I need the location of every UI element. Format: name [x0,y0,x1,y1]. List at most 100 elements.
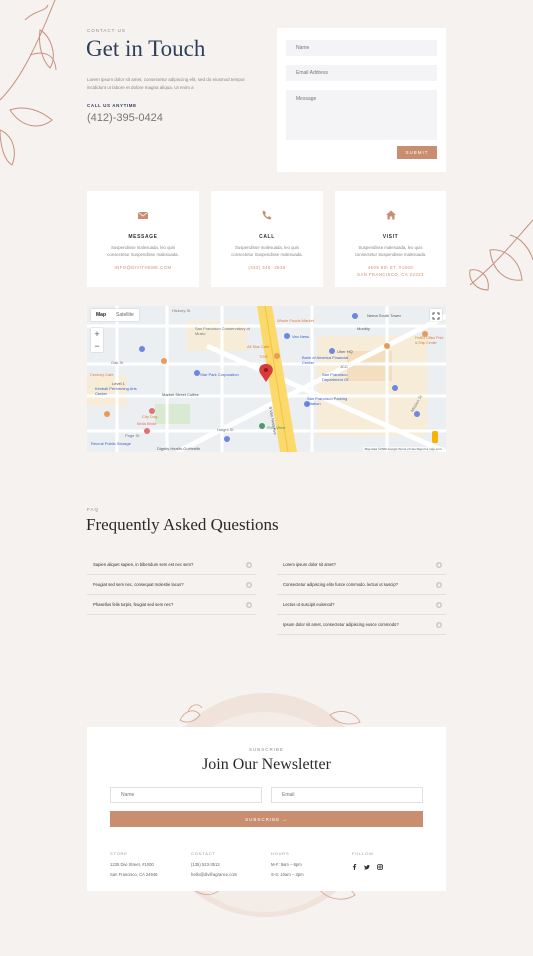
map-label: San Francisco Department Of [322,372,349,382]
zoom-in-button[interactable]: + [91,328,103,340]
info-text: Suspendisse malesuada, leo quis consecte… [107,245,179,257]
newsletter-email-input[interactable]: Email [271,787,423,803]
address-link[interactable]: 4505 8th ST. #1000 SAN FRANCISCO, CA 223… [335,264,446,278]
expand-icon [246,581,252,588]
email-link[interactable]: INFO@DIVITHEME.COM [87,264,199,271]
info-box-call: CALL Suspendisse malesuada, leo quis con… [211,191,323,287]
contact-phone[interactable]: (135) 523-3513 [191,860,237,870]
footer-hours: HOURS M-F: 9am – 6pm S-S: 10am – 3pm [271,851,304,880]
hours-line-2: S-S: 10am – 3pm [271,872,304,877]
info-text: Suspendisse malesuada, leo quis consecte… [354,245,427,257]
phone-icon [262,210,272,220]
email-input[interactable]: Email Address [286,65,437,81]
faq-item[interactable]: Sapien aliquet sapien, in bibendum sem e… [87,555,256,575]
map-label: Modbly [357,326,370,331]
map-label: FedEx Office Print & Ship Center [415,336,444,345]
phone-number[interactable]: (412)-395-0424 [87,112,163,124]
map-label: Whole Foods Market [277,318,314,323]
info-box-message: MESSAGE Suspendisse malesuada, leo quis … [87,191,199,287]
map-label: Haight St [217,427,234,432]
faq-question: Feugiat sed sem nec, consequat molestie … [93,582,184,587]
map-label: San Francisco Parking Citation [307,396,348,406]
store-line-1: 1235 Divi Street, #1000 [110,862,154,867]
expand-icon [436,601,442,608]
faq-item[interactable]: Consectetur adipiscing elitv fusce commo… [277,575,446,595]
page-title: Get in Touch [86,36,206,61]
faq-question: Phasellus felis turpis, feugiat sed sem … [93,602,174,607]
faq-item[interactable]: Feugiat sed sem nec, consequat molestie … [87,575,256,595]
footer-follow: FOLLOW [352,851,383,870]
map[interactable]: Hickory St San Francisco Conservatory of… [87,306,446,452]
map-label: City Dog [142,414,158,419]
home-icon [385,210,396,220]
map-label: Hickory St [172,308,191,313]
map-label: Market Street Coffee [162,392,199,397]
map-label: Century Cafe [90,372,114,377]
contact-heading: CONTACT [191,851,216,856]
store-line-2: San Francisco, CA 24946 [110,872,158,877]
fullscreen-button[interactable] [430,309,442,321]
map-tab-satellite[interactable]: Satellite [111,309,139,321]
map-label: Nema South Tower [367,313,401,318]
address-line-2: SAN FRANCISCO, CA 22333 [357,272,424,277]
footer-contact: CONTACT (135) 523-3513 hello@divifragran… [191,851,237,880]
faq-question: Lectus ut suscipit euismod? [283,602,335,607]
map-label: Star Park Corporation [200,372,239,377]
map-type-control: Map Satellite [91,309,139,321]
map-label: Bank of America Financial Center [302,355,349,365]
expand-icon [436,561,442,568]
faq-title: Frequently Asked Questions [86,515,279,534]
zoom-control: + − [91,328,103,352]
phone-link[interactable]: (333) 346 -2836 [211,264,323,271]
twitter-icon[interactable] [364,864,370,870]
map-label: San Francisco Conservatory of Music [195,326,250,336]
newsletter-card: SUBSCRIBE Join Our Newsletter Name Email… [87,727,446,891]
map-label: Uber HQ [337,349,353,354]
submit-button[interactable]: SUBMIT [397,146,437,159]
faq-question: Lorem ipsum dolor sit amet? [283,562,336,567]
newsletter-eyebrow: SUBSCRIBE [248,747,284,752]
store-heading: STORE [110,851,128,856]
call-label: CALL US ANYTIME [87,103,137,108]
contact-eyebrow: CONTACT US [87,28,126,33]
message-textarea[interactable]: Message [286,90,437,140]
map-label: Oak St [111,360,124,365]
newsletter-name-input[interactable]: Name [110,787,262,803]
info-title: VISIT [382,234,399,240]
map-canvas[interactable] [87,306,446,452]
map-label: Recruit Public Storage [91,441,131,446]
leaf-decoration-top-left-icon [0,0,57,166]
faq-item[interactable]: Phasellus felis turpis, feugiat sed sem … [87,595,256,615]
faq-question: Sapien aliquet sapien, in bibendum sem e… [93,562,194,567]
faq-item[interactable]: Lorem ipsum dolor sit amet? [277,555,446,575]
map-label: Page St [125,433,140,438]
map-label: Bella Bride [137,421,157,426]
footer-store: STORE 1235 Divi Street, #1000 San Franci… [110,851,158,880]
contact-form: Name Email Address Message SUBMIT [277,28,446,172]
faq-item[interactable]: Lectus ut suscipit euismod? [277,595,446,615]
leaf-decoration-right-icon [469,219,533,291]
map-label: TGIF [259,354,269,359]
contact-email[interactable]: hello@divifragrance.com [191,870,237,880]
faq-item[interactable]: Ipsum dolor sit amet, consectetur adipis… [277,615,446,635]
address-line-1: 4505 8th ST. #1000 [367,265,414,270]
map-label: Van Ness [292,334,310,339]
newsletter-title: Join Our Newsletter [202,756,331,773]
map-label: Dignity Health-GoHealth [157,446,201,451]
facebook-icon[interactable] [352,864,357,870]
name-input[interactable]: Name [286,40,437,56]
map-tab-map[interactable]: Map [91,309,111,321]
info-box-visit: VISIT Suspendisse malesuada, leo quis co… [335,191,446,287]
expand-icon [436,621,442,628]
map-attribution[interactable]: Map data ©2020 Google Terms of Use Repor… [362,447,444,451]
contact-description: Lorem ipsum dolor sit amet, consectetur … [87,77,245,90]
expand-icon [246,601,252,608]
fullscreen-icon [432,312,440,320]
subscribe-button[interactable]: SUBSCRIBE → [110,811,423,827]
info-text: Suspendisse malesuada, leo quis consecte… [231,245,303,257]
map-label: Kimball Performing Arts Center [95,386,137,396]
zoom-out-button[interactable]: − [91,340,103,352]
instagram-icon[interactable] [377,864,383,870]
info-title: MESSAGE [128,234,158,240]
faq-eyebrow: FAQ [87,507,100,512]
